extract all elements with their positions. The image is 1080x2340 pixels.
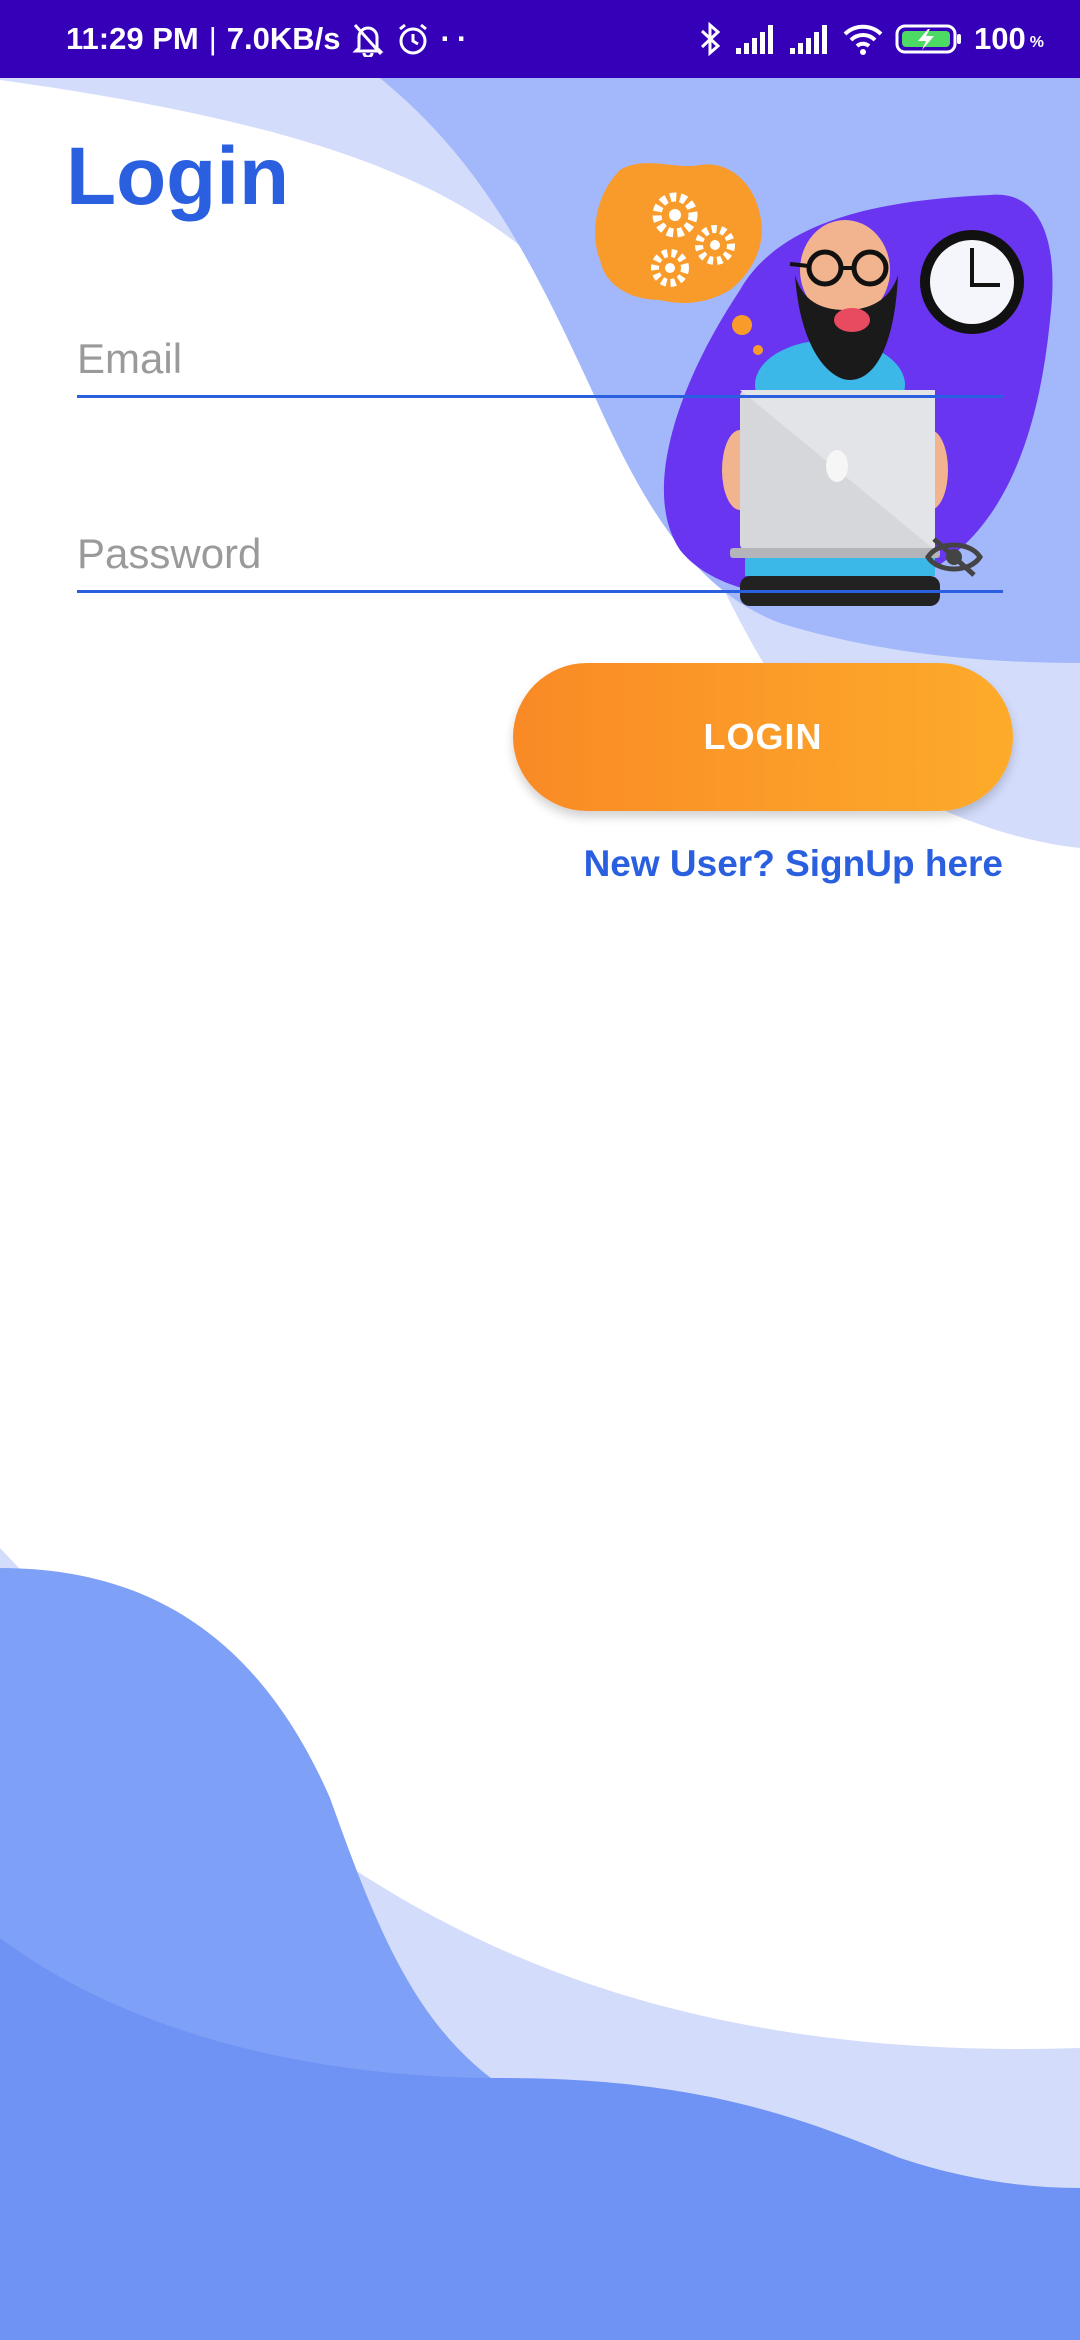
signal-icon [788,22,832,56]
email-field[interactable] [77,330,1003,388]
eye-off-icon[interactable] [923,531,985,583]
email-field-container [77,330,1003,398]
status-bar-right: 100 % [698,21,1044,57]
battery-percent: 100 [974,21,1026,56]
bluetooth-icon [698,21,724,57]
status-bar-left: 11:29 PM | 7.0KB/s ·· [66,21,473,57]
signal-icon [734,22,778,56]
password-field[interactable] [77,525,1003,583]
status-more-dots: ·· [440,21,474,56]
alarm-icon [395,21,431,57]
network-speed: 7.0KB/s [226,21,341,56]
page-title: Login [66,131,290,222]
battery-percent-unit: % [1029,34,1044,51]
password-underline [77,590,1003,593]
status-time: 11:29 PM [66,21,199,56]
clock-icon [920,230,1024,334]
login-button[interactable]: LOGIN [513,663,1013,811]
bell-off-icon [351,21,385,57]
wifi-icon [842,22,884,56]
email-underline [77,395,1003,398]
status-bar: 11:29 PM | 7.0KB/s ·· 100 % [0,0,1080,78]
battery-charging-icon [894,21,964,57]
status-separator: | [208,21,217,56]
signup-link[interactable]: New User? SignUp here [584,843,1003,885]
password-field-container [77,525,1003,593]
